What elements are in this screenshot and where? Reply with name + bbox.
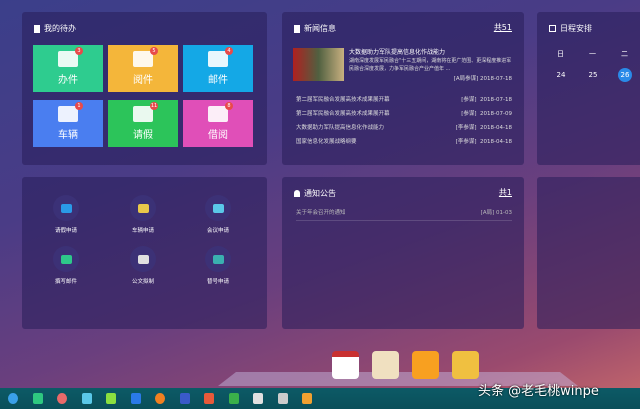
news-item[interactable]: 大数据助力军队提高信息化作战能力 [李参谋] 2018-04-18 <box>296 123 512 131</box>
weekday-label: 二 <box>621 50 628 58</box>
badge: 1 <box>75 102 83 110</box>
quick-action-label: 撰写邮件 <box>54 279 77 285</box>
quick-action-icon <box>212 254 224 264</box>
todo-title: 我的待办 <box>44 24 76 33</box>
document-icon <box>34 24 40 33</box>
quick-action-label: 公文拟制 <box>131 279 154 285</box>
taskbar-app-mail-icon[interactable] <box>253 393 263 404</box>
calendar-icon <box>549 25 556 32</box>
news-featured-title[interactable]: 大数据助力军队提高信息化作战能力 <box>349 47 445 56</box>
tile-label: 借阅 <box>208 130 228 141</box>
tile-label: 邮件 <box>208 75 228 86</box>
quick-action[interactable]: 请假申请 <box>36 195 96 234</box>
news-item[interactable]: 国家信息化发展战略纲要 [李参谋] 2018-04-18 <box>296 137 512 145</box>
taskbar-gear-icon[interactable] <box>277 393 288 404</box>
notice-item[interactable]: 关于年会召开的通知 [A局] 01-03 <box>296 208 512 221</box>
weekday-label: 日 <box>557 50 564 58</box>
taskbar-app-green-icon[interactable] <box>32 393 43 404</box>
tile-label: 请假 <box>133 130 153 141</box>
notice-panel: 通知公告 共1 关于年会召开的通知 [A局] 01-03 <box>282 177 524 329</box>
calendar-day[interactable]: 25 <box>586 68 600 82</box>
dock-calendar-icon[interactable] <box>332 351 359 379</box>
taskbar-app-folder-icon[interactable] <box>81 393 92 404</box>
quick-action[interactable]: 车辆申请 <box>113 195 173 234</box>
todo-tile[interactable]: 3 办件 <box>33 45 103 92</box>
todo-tile[interactable]: 11 请假 <box>108 100 178 147</box>
quick-action-icon <box>137 203 149 213</box>
calendar-day[interactable]: 26 <box>618 68 632 82</box>
quick-action-label: 请假申请 <box>54 228 77 234</box>
right-lower-panel <box>537 177 640 329</box>
taskbar-word-icon[interactable] <box>179 393 190 404</box>
taskbar-ppt-icon[interactable] <box>204 393 214 404</box>
schedule-title: 日程安排 <box>560 24 592 33</box>
quick-action-icon <box>137 254 149 264</box>
watermark: 头条 @老毛桃winpe <box>478 384 599 399</box>
calendar-day[interactable]: 24 <box>554 68 568 82</box>
todo-tile[interactable]: 4 邮件 <box>183 45 253 92</box>
todo-tile[interactable]: 8 借阅 <box>183 100 253 147</box>
taskbar-app-doc-icon[interactable] <box>106 393 116 404</box>
notice-count-link[interactable]: 共1 <box>499 187 512 198</box>
news-count-link[interactable]: 共51 <box>494 22 512 33</box>
news-featured-date: 2018-07-18 <box>480 76 512 82</box>
quick-action-icon <box>212 203 224 213</box>
news-featured-image[interactable] <box>293 48 344 81</box>
taskbar-app-notes-icon[interactable] <box>302 393 312 404</box>
taskbar-excel-icon[interactable] <box>228 393 239 404</box>
quick-action-icon <box>60 254 72 264</box>
badge: 3 <box>75 47 83 55</box>
tile-label: 车辆 <box>58 130 78 141</box>
todo-tile[interactable]: 1 车辆 <box>33 100 103 147</box>
quick-action-label: 车辆申请 <box>131 228 154 234</box>
quick-action-icon <box>60 203 72 213</box>
news-featured-author: [A局参谋] <box>453 76 479 82</box>
quick-action-label: 会议申请 <box>206 228 229 234</box>
badge: 11 <box>150 102 158 110</box>
dock-messages-icon[interactable] <box>412 351 439 379</box>
news-item[interactable]: 第二届军民融合发展高技术成果展开幕 [参谋] 2018-07-18 <box>296 95 512 103</box>
bell-icon <box>294 190 300 197</box>
tile-label: 阅件 <box>133 75 153 86</box>
news-featured-summary: 湖南深度发展军民融合"十三五期间，湖南将在更广范围、更深程度推进军民融合深度发展… <box>349 58 512 72</box>
taskbar-firefox-icon[interactable] <box>155 393 165 404</box>
notice-title: 通知公告 <box>304 189 336 198</box>
schedule-panel: 日程安排 日 一 二 24 25 26 <box>537 12 640 165</box>
badge: 8 <box>225 102 233 110</box>
quick-action[interactable]: 会议申请 <box>188 195 248 234</box>
taskbar-app-red-icon[interactable] <box>57 393 67 404</box>
news-item[interactable]: 第二届军民融合发展高技术成果展开幕 [参谋] 2018-07-09 <box>296 109 512 117</box>
weekday-label: 一 <box>589 50 596 58</box>
badge: 4 <box>225 47 233 55</box>
tile-label: 办件 <box>58 75 78 86</box>
quick-action[interactable]: 公文拟制 <box>113 246 173 285</box>
todo-tile[interactable]: 5 阅件 <box>108 45 178 92</box>
badge: 5 <box>150 47 158 55</box>
taskbar-app-blue-icon[interactable] <box>130 393 141 404</box>
taskbar-start-icon[interactable] <box>8 393 18 404</box>
news-panel: 新闻信息 共51 大数据助力军队提高信息化作战能力 湖南深度发展军民融合"十三五… <box>282 12 524 165</box>
dock-contacts-icon[interactable] <box>372 351 399 379</box>
quick-action[interactable]: 撰写邮件 <box>36 246 96 285</box>
news-title: 新闻信息 <box>304 24 336 33</box>
document-icon <box>294 24 300 33</box>
quick-action-label: 替号申请 <box>206 279 229 285</box>
dock-notes-icon[interactable] <box>452 351 479 379</box>
quick-action[interactable]: 替号申请 <box>188 246 248 285</box>
